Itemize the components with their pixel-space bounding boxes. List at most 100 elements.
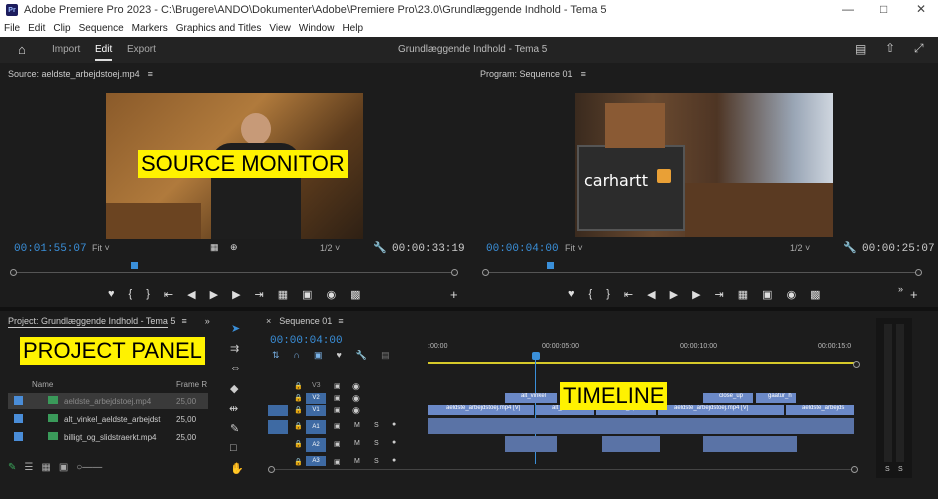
source-scrub-start[interactable] (10, 269, 17, 276)
track-label-v2[interactable]: V2 (306, 393, 326, 404)
work-area-bar[interactable] (428, 362, 854, 364)
list-view-icon[interactable]: ☰ (24, 462, 33, 476)
source-timecode[interactable]: 00:01:55:07 (14, 243, 87, 255)
source-patch-a1[interactable] (268, 420, 288, 434)
eye-icon[interactable]: ◉ (352, 405, 360, 416)
solo-toggle[interactable]: S (374, 422, 379, 429)
expand-icon[interactable]: » (205, 316, 210, 326)
wrench-icon[interactable]: 🔧 (356, 350, 367, 361)
razor-icon[interactable]: ◆ (230, 382, 238, 395)
play-icon[interactable]: ▶ (670, 288, 678, 301)
lock-icon[interactable]: 🔒 (294, 440, 303, 448)
clip-v1[interactable]: aeldste_arbejdstoej.mp4 [V] (658, 405, 784, 415)
list-item[interactable]: billigt_og_slidstraerkt.mp4 25,00 (8, 429, 208, 445)
mark-out-icon[interactable]: } (606, 288, 610, 301)
audio-track-a1[interactable] (428, 418, 854, 434)
wrench-icon[interactable]: 🔧 (373, 241, 387, 254)
fullscreen-icon[interactable]: ⤢ (914, 41, 924, 56)
solo-right-button[interactable]: S (898, 466, 903, 473)
share-icon[interactable]: ⇧ (885, 41, 895, 55)
mic-icon[interactable]: ● (392, 439, 396, 446)
overwrite-icon[interactable]: ▣ (302, 288, 312, 301)
add-button-icon[interactable]: + (910, 287, 918, 302)
timeline-playhead[interactable] (532, 352, 540, 360)
sync-lock-icon[interactable]: ▣ (334, 406, 341, 414)
menu-file[interactable]: File (4, 23, 20, 34)
label-color-swatch[interactable] (14, 414, 23, 423)
hand-icon[interactable]: ✋ (230, 462, 244, 475)
add-marker-icon[interactable]: ♥ (337, 350, 342, 361)
audio-clip-a2[interactable] (703, 436, 797, 452)
mark-out-icon[interactable]: } (146, 288, 150, 301)
list-item[interactable]: aeldste_arbejdstoej.mp4 25,00 (8, 393, 208, 409)
mic-icon[interactable]: ● (392, 457, 396, 464)
step-back-icon[interactable]: ◀ (187, 288, 195, 301)
menu-sequence[interactable]: Sequence (79, 23, 124, 34)
solo-toggle[interactable]: S (374, 440, 379, 447)
step-forward-icon[interactable]: ▶ (232, 288, 240, 301)
mute-toggle[interactable]: M (354, 422, 360, 429)
source-fit-select[interactable]: Fit ˅ (92, 243, 110, 253)
panel-menu-icon[interactable]: ≡ (581, 69, 586, 79)
sync-lock-icon[interactable]: ▣ (334, 394, 341, 402)
program-scrub-bar[interactable] (486, 272, 918, 273)
menu-graphics[interactable]: Graphics and Titles (176, 23, 262, 34)
list-item[interactable]: alt_vinkel_aeldste_arbejdst 25,00 (8, 411, 208, 427)
home-icon[interactable]: ⌂ (18, 42, 26, 57)
compare-icon[interactable]: ▩ (350, 288, 360, 301)
camera-icon[interactable]: ◉ (787, 288, 797, 301)
source-panel-header[interactable]: Source: aeldste_arbejdstoej.mp4 ≡ (0, 66, 468, 82)
slip-icon[interactable]: ⇹ (229, 402, 238, 415)
label-color-swatch[interactable] (14, 432, 23, 441)
lock-icon[interactable]: 🔒 (294, 458, 303, 466)
mute-toggle[interactable]: M (354, 440, 360, 447)
track-label-a1[interactable]: A1 (306, 420, 326, 434)
source-patch-v1[interactable] (268, 405, 288, 416)
timeline-zoom-start[interactable] (268, 466, 275, 473)
step-back-icon[interactable]: ◀ (647, 288, 655, 301)
menu-window[interactable]: Window (299, 23, 335, 34)
rectangle-icon[interactable]: □ (230, 442, 237, 454)
settings-icon[interactable]: ▦ (210, 242, 219, 253)
play-icon[interactable]: ▶ (210, 288, 218, 301)
solo-left-button[interactable]: S (885, 466, 890, 473)
eye-icon[interactable]: ◉ (352, 381, 360, 392)
add-button-icon[interactable]: + (450, 287, 458, 302)
pen-icon[interactable]: ✎ (8, 462, 16, 476)
quick-export-icon[interactable]: ▤ (855, 42, 866, 56)
mute-toggle[interactable]: M (354, 458, 360, 465)
timeline-zoom-end[interactable] (851, 466, 858, 473)
marker-icon[interactable]: ♥ (108, 288, 115, 301)
pen-icon[interactable]: ✎ (230, 422, 239, 435)
captions-icon[interactable]: ▤ (381, 350, 390, 361)
source-resolution-select[interactable]: 1/2 ˅ (320, 243, 340, 253)
lock-icon[interactable]: 🔒 (294, 422, 303, 430)
time-ruler[interactable]: :00:00 00:00:05:00 00:00:10:00 00:00:15:… (428, 340, 858, 354)
lift-icon[interactable]: ▦ (738, 288, 748, 301)
go-to-out-icon[interactable]: ⇥ (715, 288, 724, 301)
lock-icon[interactable]: 🔒 (294, 406, 303, 414)
safe-margin-icon[interactable]: ⊕ (230, 242, 238, 253)
minimize-icon[interactable]: — (842, 2, 854, 16)
maximize-icon[interactable]: □ (880, 2, 887, 16)
clip-v2[interactable]: close_up (703, 393, 753, 403)
tab-import[interactable]: Import (52, 44, 80, 55)
lock-icon[interactable]: 🔒 (294, 394, 303, 402)
go-to-out-icon[interactable]: ⇥ (255, 288, 264, 301)
close-icon[interactable]: × (266, 316, 271, 326)
panel-menu-icon[interactable]: ≡ (338, 316, 343, 326)
insert-icon[interactable]: ▦ (278, 288, 288, 301)
track-label-v1[interactable]: V1 (306, 405, 326, 416)
label-color-swatch[interactable] (14, 396, 23, 405)
program-resolution-select[interactable]: 1/2 ˅ (790, 243, 810, 253)
eye-icon[interactable]: ◉ (352, 393, 360, 404)
menu-markers[interactable]: Markers (132, 23, 168, 34)
program-panel-header[interactable]: Program: Sequence 01 ≡ (472, 66, 938, 82)
icon-view-icon[interactable]: ▦ (41, 462, 50, 476)
zoom-slider[interactable]: ○—— (76, 462, 102, 476)
compare-icon[interactable]: ▩ (810, 288, 820, 301)
sync-lock-icon[interactable]: ▣ (334, 458, 341, 466)
timeline-scroll-knob[interactable] (853, 361, 860, 368)
linked-selection-icon[interactable]: ▣ (314, 350, 323, 361)
camera-icon[interactable]: ◉ (327, 288, 337, 301)
